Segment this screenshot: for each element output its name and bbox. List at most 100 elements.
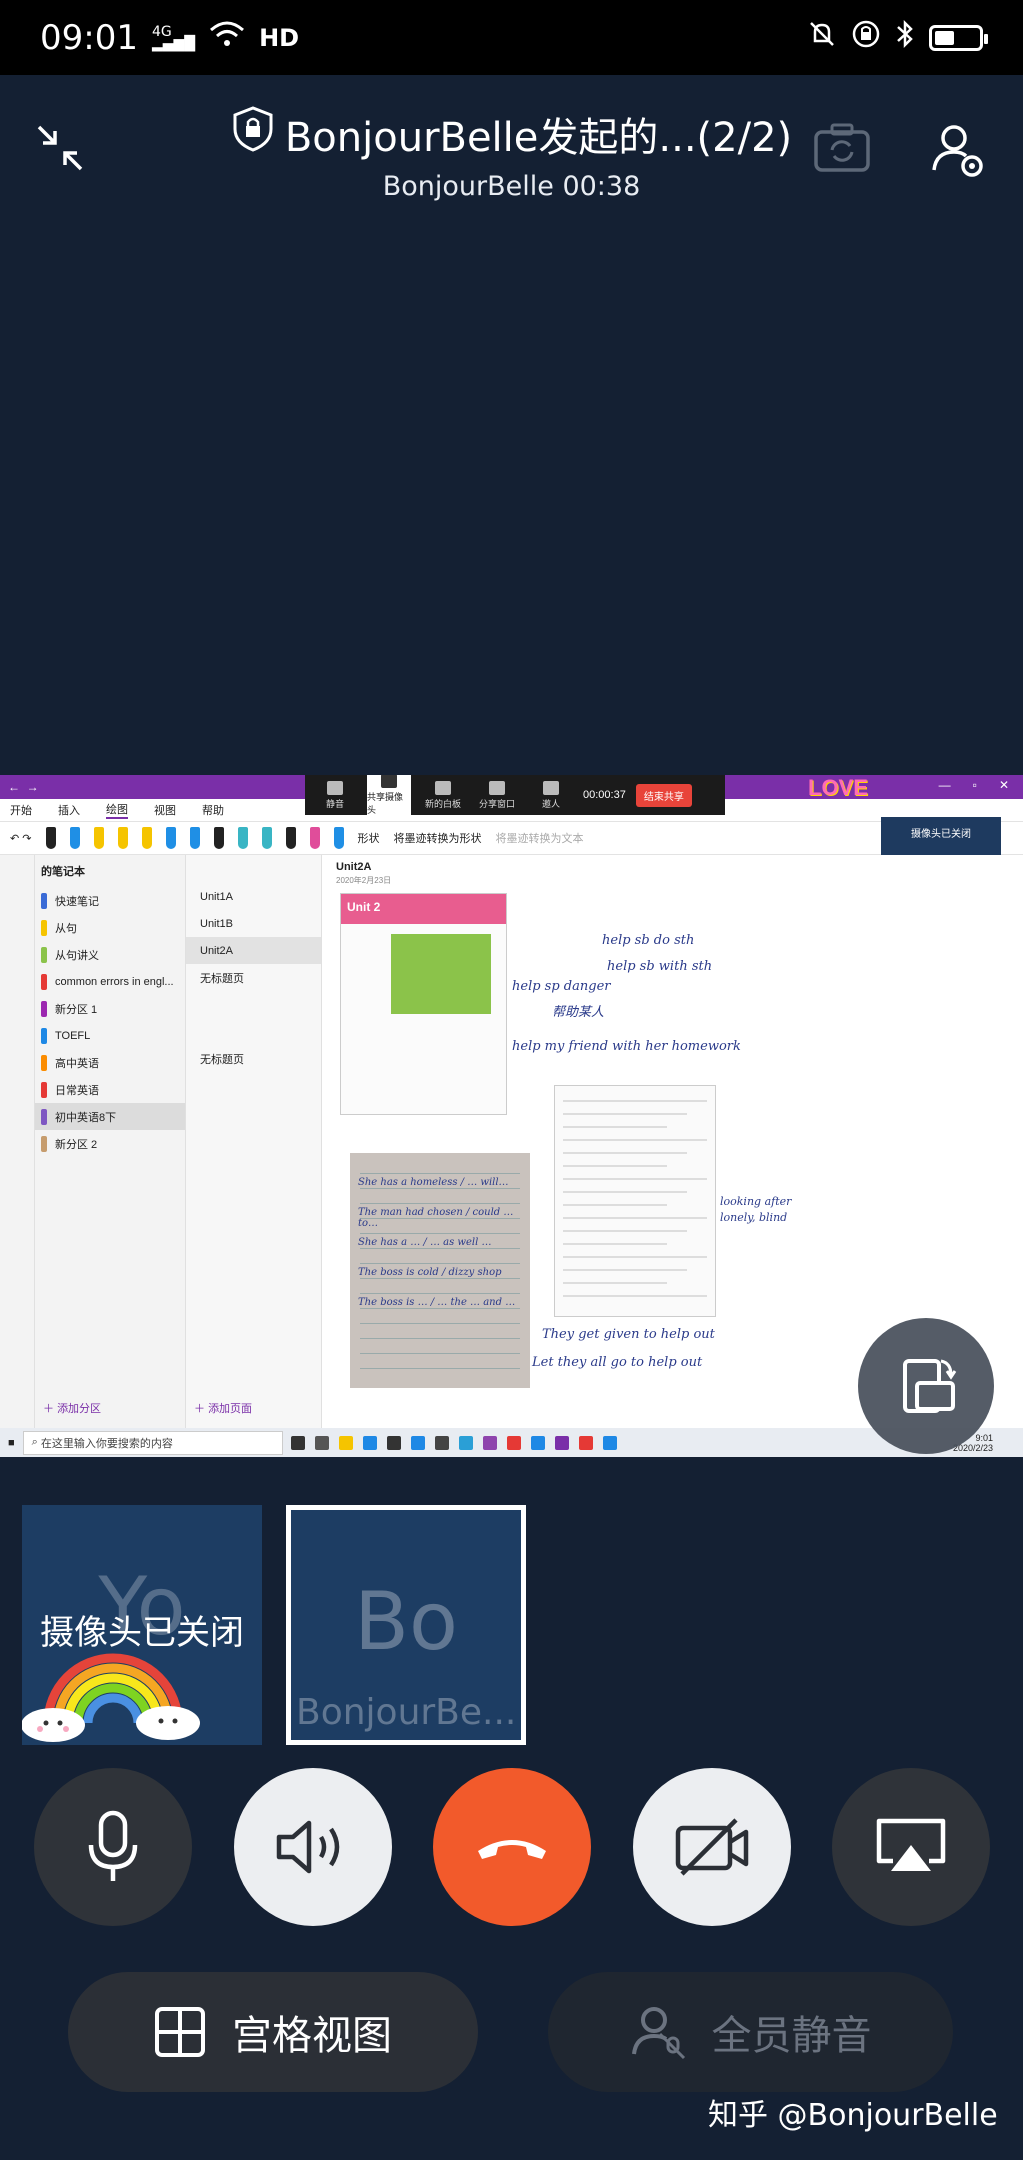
meeting-header: BonjourBelle发起的...(2/2) BonjourBelle 00:… xyxy=(0,75,1023,235)
photo-handwriting-line: The boss is cold / dizzy shop xyxy=(358,1267,502,1278)
grid-view-label: 宫格视图 xyxy=(232,2013,392,2059)
section-label: 快速笔记 xyxy=(55,895,99,908)
mute-all-label: 全员静音 xyxy=(711,2013,872,2059)
handwriting-note: Let they all go to help out xyxy=(532,1355,703,1370)
page-item xyxy=(186,1018,321,1045)
screen-cast-button[interactable] xyxy=(832,1768,990,1926)
ribbon-tab: 开始 xyxy=(10,805,32,817)
taskbar-app-icon xyxy=(530,1435,545,1450)
rainbow-sticker xyxy=(22,1653,200,1742)
add-page-link: ＋ 添加页面 xyxy=(194,1403,253,1415)
taskbar-app-icon xyxy=(362,1435,377,1450)
pen-swatch xyxy=(45,827,56,849)
meeting-title: BonjourBelle发起的...(2/2) xyxy=(284,115,793,161)
participant-initials: Bo xyxy=(354,1575,458,1668)
participant-tile-active[interactable]: Bo BonjourBe... xyxy=(286,1505,526,1745)
section-item: 高中英语 xyxy=(35,1049,185,1076)
grid-view-button[interactable]: 宫格视图 xyxy=(68,1972,478,2092)
speaker-icon xyxy=(276,1820,339,1874)
draw-tool-label: 形状 xyxy=(357,833,380,845)
share-camera-button: 共享摄像头 xyxy=(367,775,411,816)
pen-swatch xyxy=(165,827,176,849)
section-label: common errors in engl... xyxy=(55,975,174,988)
page-title: Unit2A xyxy=(336,861,372,873)
section-color-tab xyxy=(41,1108,47,1125)
share-meeting-toolbar: 静音 共享摄像头 新的白板 分享窗口 邀人 00:00:37 结束共享 xyxy=(305,775,725,816)
speaker-button[interactable] xyxy=(233,1768,392,1926)
section-item: 日常英语 xyxy=(35,1076,185,1103)
microphone-button[interactable] xyxy=(34,1768,192,1926)
network-type: 4G xyxy=(151,23,172,40)
taskbar-app-icon xyxy=(578,1435,593,1450)
add-section-link: ＋ 添加分区 xyxy=(43,1403,102,1415)
wifi-icon xyxy=(209,20,245,55)
undo-icon: ↶ ↷ xyxy=(10,832,32,845)
pen-swatch xyxy=(237,827,248,849)
section-color-tab xyxy=(41,1000,47,1017)
page-list: Unit1A Unit1B Unit2A 无标题页 无标题页 ＋ 添加页面 xyxy=(186,855,322,1428)
handwriting-note: help my friend with her homework xyxy=(512,1039,741,1054)
secure-shield-icon xyxy=(231,105,275,163)
windows-start-icon: ■ xyxy=(8,1436,15,1449)
section-item: 快速笔记 xyxy=(35,887,185,914)
watermark: 知乎 @BonjourBelle xyxy=(708,2098,998,2133)
section-color-tab xyxy=(41,946,47,963)
status-bar: 09:01 4G ▂▄▆█ HD xyxy=(0,0,1023,75)
share-timer: 00:00:37 xyxy=(583,789,626,801)
section-label: 初中英语8下 xyxy=(55,1111,117,1124)
lock-rotation-icon xyxy=(851,19,881,56)
bluetooth-icon xyxy=(895,19,915,56)
meeting-subtitle: BonjourBelle 00:38 xyxy=(150,171,873,202)
pen-swatch xyxy=(189,827,200,849)
onenote-nav-strip xyxy=(0,855,35,1428)
participant-tiles: Yo 摄像头已关闭 Bo BonjourBe... xyxy=(22,1505,526,1745)
section-color-tab xyxy=(41,892,47,909)
pen-swatch xyxy=(261,827,272,849)
pen-swatch xyxy=(213,827,224,849)
taskbar-app-icon xyxy=(410,1435,425,1450)
rotate-screen-button[interactable] xyxy=(858,1318,994,1454)
participant-tile[interactable]: Yo 摄像头已关闭 xyxy=(22,1505,262,1745)
battery-icon xyxy=(929,24,988,51)
section-label: 新分区 1 xyxy=(55,1003,98,1016)
handwritten-photo: She has a homeless / … will… The man had … xyxy=(350,1153,530,1388)
silent-bell-icon xyxy=(807,19,837,56)
page-item: Unit1A xyxy=(200,890,234,903)
pen-swatch xyxy=(69,827,80,849)
section-label: 从句讲义 xyxy=(55,949,99,962)
signal-icon: 4G ▂▄▆█ xyxy=(151,23,196,52)
handwriting-note: lonely, blind xyxy=(720,1211,788,1224)
pen-swatch xyxy=(117,827,128,849)
textbook-image: Unit 2 xyxy=(340,893,507,1115)
window-controls: — ▫ ✕ xyxy=(939,778,1009,792)
maximize-icon: ▫ xyxy=(972,778,977,792)
minimize-window-icon[interactable] xyxy=(35,123,85,173)
switch-camera-icon[interactable] xyxy=(812,120,872,176)
hang-up-button[interactable] xyxy=(433,1768,591,1926)
share-mute-button: 静音 xyxy=(313,780,357,810)
close-icon: ✕ xyxy=(998,778,1009,792)
draw-tool-label: 将墨迹转换为文本 xyxy=(495,833,584,845)
section-label: TOEFL xyxy=(55,1029,91,1042)
member-settings-icon[interactable] xyxy=(928,120,988,180)
notebook-name: 的笔记本 xyxy=(41,866,85,878)
photo-handwriting-line: The man had chosen / could … to… xyxy=(358,1207,514,1229)
windows-taskbar: ■ ⌕ 在这里输入你要搜索的内容 9:01 2020/2/23 xyxy=(0,1428,1023,1457)
taskbar-app-icon xyxy=(290,1435,305,1450)
section-label: 从句 xyxy=(55,922,77,935)
page-item xyxy=(186,991,321,1018)
camera-toggle-button[interactable] xyxy=(632,1768,791,1926)
taskbar-app-icon xyxy=(338,1435,353,1450)
ribbon-tab: 帮助 xyxy=(202,805,224,817)
photo-handwriting-line: The boss is … / … the … and … xyxy=(358,1297,516,1308)
meeting-duration: 00:38 xyxy=(562,171,641,202)
section-label: 高中英语 xyxy=(55,1057,99,1070)
draw-tool-label: 将墨迹转换为形状 xyxy=(393,833,482,845)
rotate-screen-icon xyxy=(903,1359,957,1413)
camera-off-icon xyxy=(675,1818,748,1876)
pen-swatch xyxy=(93,827,104,849)
section-item: common errors in engl... xyxy=(35,968,185,995)
section-color-tab xyxy=(41,1135,47,1152)
section-item: 从句讲义 xyxy=(35,941,185,968)
mute-all-button[interactable]: 全员静音 xyxy=(548,1972,953,2092)
